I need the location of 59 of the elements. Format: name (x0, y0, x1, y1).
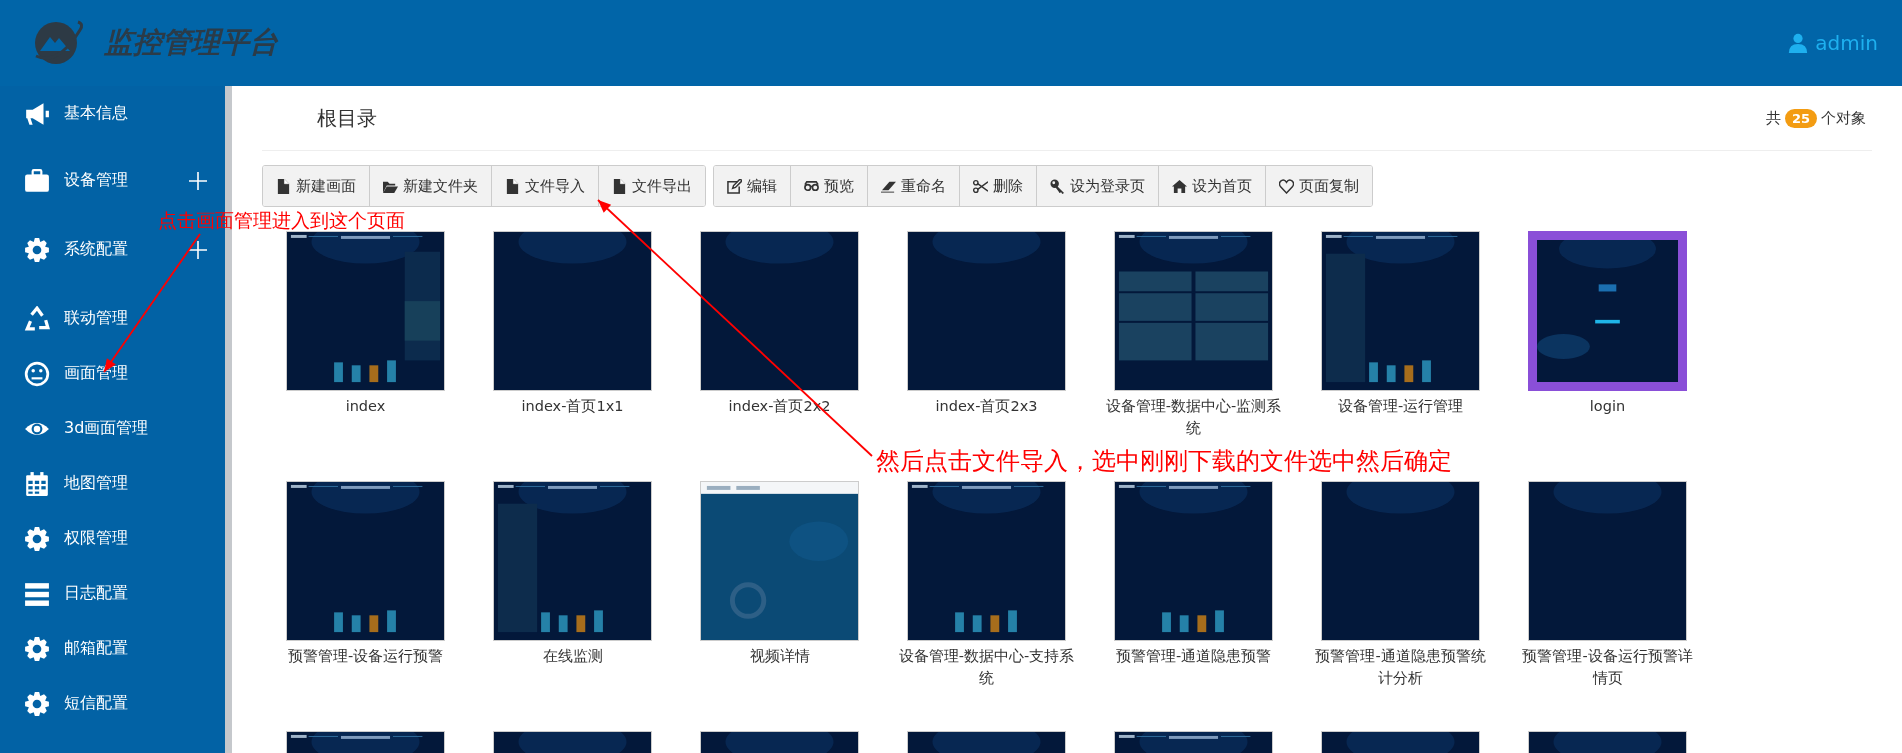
edit-icon (727, 178, 742, 194)
sidebar-item[interactable]: 地图管理 (0, 456, 225, 511)
toolbar-button[interactable]: 新建文件夹 (370, 166, 492, 206)
page-name: 预警管理-通道隐患预警 (1114, 647, 1273, 666)
gear-icon (24, 236, 50, 263)
toolbar-button[interactable]: 编辑 (714, 166, 791, 206)
page-name: index-首页2x3 (934, 397, 1039, 416)
toolbar-button[interactable]: 重命名 (868, 166, 960, 206)
page-name: index (344, 397, 387, 416)
list-icon (24, 580, 50, 607)
megaphone-icon (24, 100, 50, 127)
scissors-icon (973, 178, 988, 194)
page-name: 预警管理-通道隐患预警统计分析 (1314, 647, 1487, 688)
file-icon (612, 178, 627, 194)
toolbar-button[interactable]: 设为登录页 (1037, 166, 1159, 206)
sidebar-item[interactable]: 设备管理 (0, 153, 225, 208)
binoculars-icon (804, 178, 819, 194)
page-name: 在线监测 (541, 647, 604, 666)
toolbar-button[interactable]: 文件导出 (599, 166, 705, 206)
sidebar-item[interactable]: 基本信息 (0, 86, 225, 141)
folder-title: 根目录 (317, 104, 377, 132)
toolbar-button[interactable]: 删除 (960, 166, 1037, 206)
gear-icon (24, 525, 50, 552)
key-icon (1050, 178, 1065, 194)
annotation-text: 然后点击文件导入，选中刚刚下载的文件选中然后确定 (876, 446, 1452, 476)
sidebar-item[interactable]: 日志配置 (0, 566, 225, 621)
sidebar-item[interactable]: 联动管理 (0, 291, 225, 346)
count-label: 个对象 (1821, 108, 1866, 128)
file-icon (276, 178, 291, 194)
toolbar-button[interactable]: 文件导入 (492, 166, 599, 206)
page-name: 预警管理-设备运行预警 (286, 647, 445, 666)
count-label: 共 (1765, 108, 1781, 128)
sidebar-item[interactable]: 3d画面管理 (0, 401, 225, 456)
count-badge: 25 (1784, 108, 1817, 128)
page-name: 视频详情 (748, 647, 811, 666)
file-icon (505, 178, 520, 194)
sidebar-item[interactable]: 邮箱配置 (0, 621, 225, 676)
toolbar-button[interactable]: 预览 (791, 166, 868, 206)
user-icon (1787, 32, 1810, 54)
recycle-icon (24, 305, 50, 332)
gear-icon (24, 690, 50, 717)
page-name: 设备管理-数据中心-支持系统 (897, 647, 1076, 688)
toolbar-button[interactable]: 设为首页 (1159, 166, 1266, 206)
sidebar-item[interactable]: 短信配置 (0, 676, 225, 731)
home-icon (1172, 178, 1187, 194)
sidebar-item[interactable]: 权限管理 (0, 511, 225, 566)
briefcase-icon (24, 167, 50, 194)
page-name: 设备管理-数据中心-监测系统 (1104, 397, 1283, 438)
page-name: 预警管理-设备运行预警详情页 (1521, 647, 1694, 688)
page-name: login (1588, 397, 1627, 416)
toolbar-button[interactable]: 新建画面 (263, 166, 370, 206)
calendar-icon (24, 470, 50, 497)
heart-icon (1279, 178, 1294, 194)
face-icon (24, 360, 50, 387)
page-name: index-首页1x1 (520, 397, 625, 416)
toolbar-button[interactable]: 页面复制 (1266, 166, 1372, 206)
app-title: 监控管理平台 (104, 24, 278, 61)
page-name: 设备管理-运行管理 (1336, 397, 1465, 416)
gear-icon (24, 635, 50, 662)
